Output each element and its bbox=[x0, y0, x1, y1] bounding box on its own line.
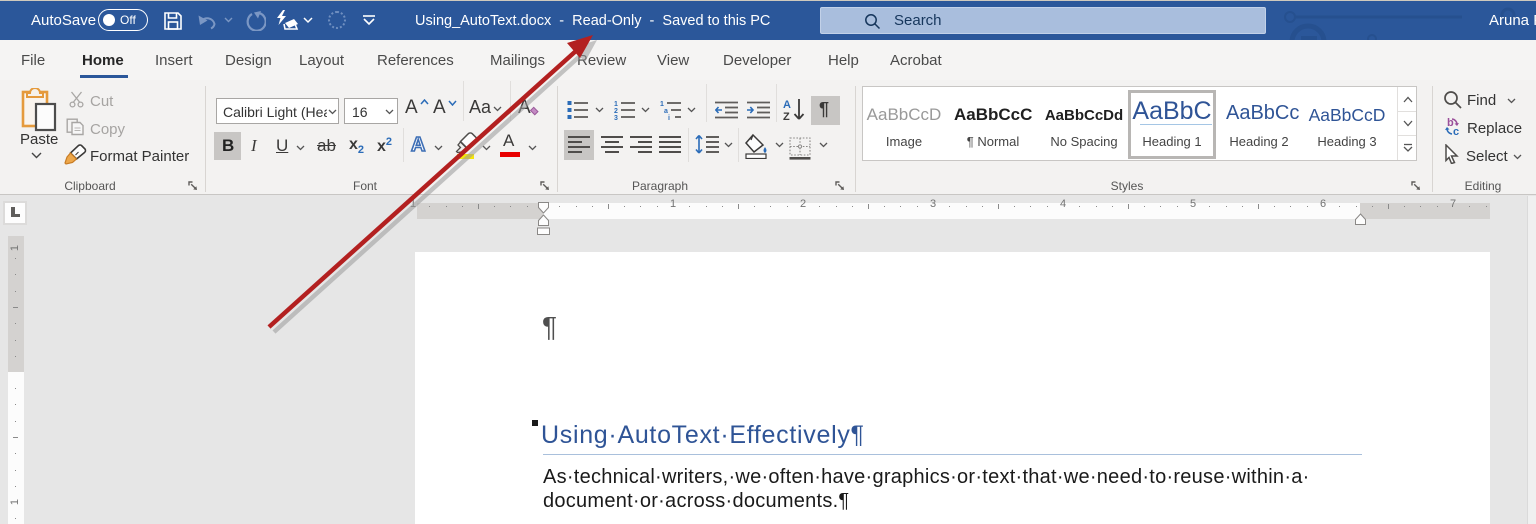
svg-text:1: 1 bbox=[614, 101, 618, 108]
svg-text:a: a bbox=[664, 108, 668, 115]
svg-text:3: 3 bbox=[614, 115, 618, 120]
svg-text:1: 1 bbox=[660, 101, 664, 108]
svg-text:Z: Z bbox=[783, 111, 790, 122]
svg-text:c: c bbox=[1453, 126, 1459, 137]
svg-text:2: 2 bbox=[614, 108, 618, 115]
svg-text:i: i bbox=[668, 115, 670, 120]
svg-text:A: A bbox=[783, 99, 791, 111]
